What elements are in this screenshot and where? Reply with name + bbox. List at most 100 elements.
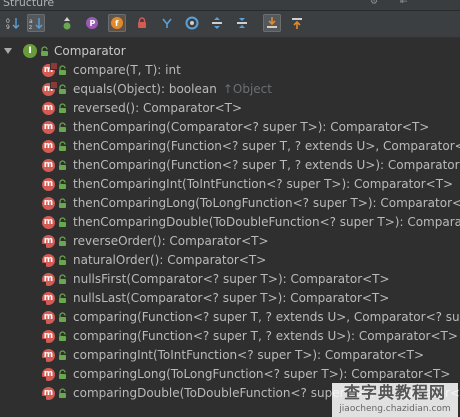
member-signature: thenComparingLong(ToLongFunction<? super… <box>73 196 460 210</box>
member-signature: nullsLast(Comparator<? super T>): Compar… <box>73 291 390 305</box>
sort-alpha-button[interactable]: a z <box>27 14 45 32</box>
member-signature: comparing(Function<? super T, ? extends … <box>73 310 460 324</box>
sort-alpha-icon: a z <box>29 18 43 30</box>
public-access-icon <box>59 103 66 113</box>
member-label: equals(Object): boolean ↑Object <box>73 80 272 99</box>
public-access-icon <box>59 350 66 360</box>
tree-member-row[interactable]: m thenComparing(Comparator<? super T>): C… <box>0 118 460 137</box>
static-marker-icon <box>41 320 46 325</box>
watermark-url: jiaocheng.chazidian.com <box>339 404 451 414</box>
lambda-icon <box>162 18 172 28</box>
tree-root-comparator[interactable]: I Comparator <box>0 42 460 61</box>
member-signature: comparing(Function<? super T, ? extends … <box>73 329 458 343</box>
structure-tree: I Comparator m compare(T, T): int m equals(… <box>0 38 460 417</box>
static-marker-icon <box>41 301 46 306</box>
method-icon: m <box>42 102 55 115</box>
public-access-icon <box>59 179 66 189</box>
member-signature: thenComparingDouble(ToDoubleFunction<? s… <box>73 215 460 229</box>
tree-member-row[interactable]: m equals(Object): boolean ↑Object <box>0 80 460 99</box>
member-label: nullsFirst(Comparator<? super T>): Compa… <box>73 270 396 289</box>
settings-icon[interactable]: ⚙ <box>370 0 380 7</box>
member-label: naturalOrder(): Comparator<T> <box>73 251 272 270</box>
static-marker-icon <box>41 263 46 268</box>
collapse-all-icon <box>237 18 247 28</box>
member-signature: nullsFirst(Comparator<? super T>): Compa… <box>73 272 390 286</box>
field-icon: f <box>111 17 123 29</box>
tree-member-row[interactable]: m thenComparingDouble(ToDoubleFunction<? … <box>0 213 460 232</box>
anonymous-icon <box>185 16 199 30</box>
member-signature: thenComparing(Comparator<? super T>): Co… <box>73 120 430 134</box>
method-icon: m <box>42 178 55 191</box>
tree-member-row[interactable]: m thenComparing(Function<? super T, ? ext… <box>0 137 460 156</box>
member-signature: thenComparing(Function<? super T, ? exte… <box>73 139 460 153</box>
collapse-all-button[interactable] <box>233 14 251 32</box>
tool-window-title: Structure <box>3 0 55 9</box>
show-properties-button[interactable]: P <box>83 14 101 32</box>
svg-text:9: 9 <box>6 24 10 30</box>
public-access-icon <box>59 293 66 303</box>
tree-member-row[interactable]: m reverseOrder(): Comparator<T> <box>0 232 460 251</box>
chevron-down-icon[interactable] <box>4 48 12 54</box>
watermark-title: 查字典教程网 <box>343 383 446 402</box>
method-icon: m <box>42 197 55 210</box>
show-anonymous-button[interactable] <box>183 14 201 32</box>
expand-all-button[interactable] <box>208 14 226 32</box>
tree-member-row[interactable]: m reversed(): Comparator<T> <box>0 99 460 118</box>
member-label: thenComparingDouble(ToDoubleFunction<? s… <box>73 213 460 232</box>
member-label: comparingInt(ToIntFunction<? super T>): … <box>73 346 430 365</box>
method-icon: m <box>42 216 55 229</box>
expand-all-icon <box>212 17 222 29</box>
tree-member-row[interactable]: m naturalOrder(): Comparator<T> <box>0 251 460 270</box>
static-marker-icon <box>41 282 46 287</box>
show-fields-button[interactable]: f <box>108 14 126 32</box>
show-inherited-button[interactable] <box>58 14 76 32</box>
public-access-icon <box>59 388 66 398</box>
public-access-icon <box>59 274 66 284</box>
tree-member-row[interactable]: m thenComparing(Function<? super T, ? ext… <box>0 156 460 175</box>
show-lambdas-button[interactable] <box>158 14 176 32</box>
member-label: reversed(): Comparator<T> <box>73 99 248 118</box>
tree-member-row[interactable]: m thenComparingLong(ToLongFunction<? supe… <box>0 194 460 213</box>
member-signature: reverseOrder(): Comparator<T> <box>73 234 269 248</box>
tool-window-title-bar: Structure ⚙ ⇤ <box>0 0 460 11</box>
public-access-icon <box>41 46 48 56</box>
public-access-icon <box>59 217 66 227</box>
svg-text:f: f <box>115 19 119 28</box>
tree-member-row[interactable]: m comparingLong(ToLongFunction<? super T>… <box>0 365 460 384</box>
hide-icon[interactable]: ⇤ <box>400 0 410 7</box>
tree-member-row[interactable]: m comparingInt(ToIntFunction<? super T>):… <box>0 346 460 365</box>
tree-member-row[interactable]: m comparing(Function<? super T, ? extends… <box>0 327 460 346</box>
member-label: comparingLong(ToLongFunction<? super T>)… <box>73 365 456 384</box>
static-marker-icon <box>41 339 46 344</box>
method-icon: m <box>42 140 55 153</box>
autoscroll-to-source-icon <box>267 17 277 28</box>
member-label: thenComparingLong(ToLongFunction<? super… <box>73 194 460 213</box>
structure-toolbar: 0 9 a z P f <box>0 11 460 38</box>
static-marker-icon <box>41 377 46 382</box>
tree-member-row[interactable]: m nullsFirst(Comparator<? super T>): Comp… <box>0 270 460 289</box>
public-access-icon <box>59 160 66 170</box>
show-non-public-button[interactable] <box>133 14 151 32</box>
autoscroll-to-source-button[interactable] <box>263 14 281 32</box>
member-label: thenComparing(Function<? super T, ? exte… <box>73 156 460 175</box>
autoscroll-from-source-button[interactable] <box>288 14 306 32</box>
inherited-from: ↑Object <box>222 82 272 96</box>
public-access-icon <box>59 65 66 75</box>
public-access-icon <box>59 84 66 94</box>
tree-member-row[interactable]: m comparing(Function<? super T, ? extends… <box>0 308 460 327</box>
tree-member-row[interactable]: m thenComparingInt(ToIntFunction<? super … <box>0 175 460 194</box>
sort-visibility-button[interactable]: 0 9 <box>4 14 22 32</box>
tree-member-row[interactable]: m nullsLast(Comparator<? super T>): Compa… <box>0 289 460 308</box>
public-access-icon <box>59 369 66 379</box>
method-icon: m <box>42 159 55 172</box>
site-watermark: 查字典教程网 jiaocheng.chazidian.com <box>332 383 458 417</box>
interface-icon: I <box>23 44 37 58</box>
member-label: thenComparing(Comparator<? super T>): Co… <box>73 118 435 137</box>
svg-text:P: P <box>90 19 96 28</box>
member-signature: comparingLong(ToLongFunction<? super T>)… <box>73 367 451 381</box>
abstract-badge-icon <box>50 62 58 70</box>
public-access-icon <box>59 122 66 132</box>
member-label: thenComparingInt(ToIntFunction<? super T… <box>73 175 459 194</box>
tree-member-row[interactable]: m compare(T, T): int <box>0 61 460 80</box>
member-signature: naturalOrder(): Comparator<T> <box>73 253 267 267</box>
